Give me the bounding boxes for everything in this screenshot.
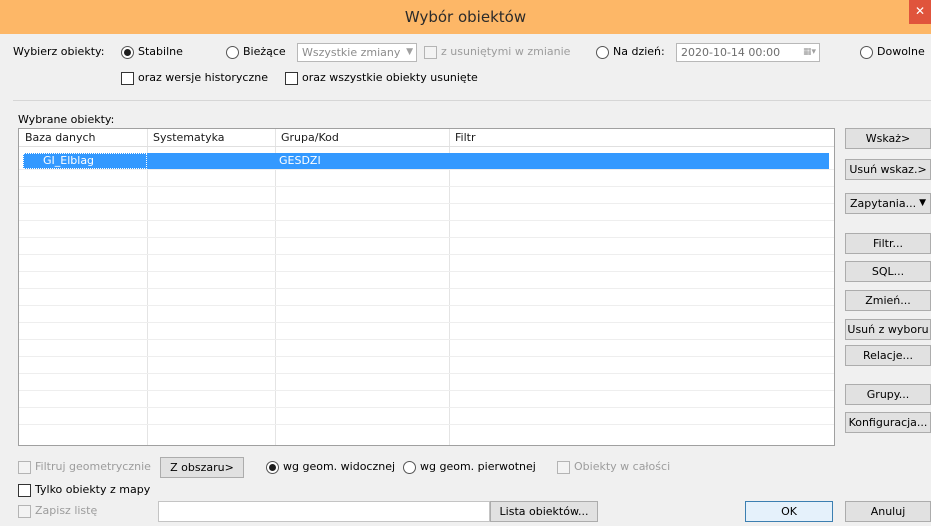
radio-visible-geom-label: wg geom. widocznej [283, 460, 396, 473]
save-list-label: Zapisz listę [35, 504, 98, 517]
cell-database: GI_Elblag [43, 154, 95, 167]
queries-button[interactable]: Zapytania... ▼ [845, 193, 931, 214]
radio-current-label: Bieżące [243, 45, 286, 58]
map-objects-only-checkbox[interactable] [18, 484, 31, 497]
whole-objects-label: Obiekty w całości [574, 460, 671, 473]
radio-any[interactable] [860, 46, 873, 59]
save-list-checkbox[interactable] [18, 505, 31, 518]
radio-stable[interactable] [121, 46, 134, 59]
column-header-systematics[interactable]: Systematyka [147, 129, 225, 147]
calendar-icon: ▦▾ [802, 47, 816, 57]
historical-versions-label: oraz wersje historyczne [138, 71, 268, 84]
configuration-button[interactable]: Konfiguracja... [845, 412, 931, 433]
save-list-path-input[interactable] [158, 501, 490, 522]
from-area-button[interactable]: Z obszaru> [160, 457, 244, 478]
relations-button[interactable]: Relacje... [845, 345, 931, 366]
cell-group-code: GESDZI [279, 154, 321, 167]
radio-on-date-label: Na dzień: [613, 45, 665, 58]
date-picker-value: 2020-10-14 00:00 [681, 46, 781, 59]
column-header-group-code[interactable]: Grupa/Kod [275, 129, 339, 147]
queries-button-label: Zapytania... [850, 197, 917, 210]
radio-original-geom[interactable] [403, 461, 416, 474]
radio-current[interactable] [226, 46, 239, 59]
groups-button[interactable]: Grupy... [845, 384, 931, 405]
change-button[interactable]: Zmień... [845, 290, 931, 311]
sql-button[interactable]: SQL... [845, 261, 931, 282]
dropdown-arrow-icon: ▼ [919, 198, 926, 208]
with-deleted-in-change-checkbox[interactable] [424, 46, 437, 59]
column-header-filter[interactable]: Filtr [449, 129, 475, 147]
column-header-database[interactable]: Baza danych [19, 129, 96, 147]
all-deleted-label: oraz wszystkie obiekty usunięte [302, 71, 478, 84]
ok-button[interactable]: OK [745, 501, 833, 522]
radio-visible-geom[interactable] [266, 461, 279, 474]
cancel-button[interactable]: Anuluj [845, 501, 931, 522]
grid-header: Baza danych Systematyka Grupa/Kod Filtr [19, 129, 834, 147]
changes-combo[interactable]: Wszystkie zmiany ▼ [297, 43, 417, 62]
with-deleted-in-change-label: z usuniętymi w zmianie [441, 45, 571, 58]
all-deleted-checkbox[interactable] [285, 72, 298, 85]
radio-on-date[interactable] [596, 46, 609, 59]
divider [13, 100, 931, 101]
changes-combo-value: Wszystkie zmiany [302, 46, 401, 59]
table-row[interactable]: GI_Elblag GESDZI [23, 153, 829, 169]
remove-shown-button[interactable]: Usuń wskaz.> [845, 159, 931, 180]
show-button[interactable]: Wskaż> [845, 128, 931, 149]
selected-objects-caption: Wybrane obiekty: [18, 113, 115, 126]
selected-objects-grid[interactable]: Baza danych Systematyka Grupa/Kod Filtr … [18, 128, 835, 446]
radio-any-label: Dowolne [877, 45, 925, 58]
radio-original-geom-label: wg geom. pierwotnej [420, 460, 536, 473]
filter-button[interactable]: Filtr... [845, 233, 931, 254]
map-objects-only-label: Tylko obiekty z mapy [35, 483, 151, 496]
date-picker[interactable]: 2020-10-14 00:00 ▦▾ [676, 43, 820, 62]
window-title: Wybór obiektów [404, 8, 527, 26]
select-objects-label: Wybierz obiekty: [13, 45, 105, 58]
remove-from-selection-button[interactable]: Usuń z wyboru [845, 319, 931, 340]
filter-geometric-label: Filtruj geometrycznie [35, 460, 151, 473]
object-list-button[interactable]: Lista obiektów... [490, 501, 598, 522]
radio-stable-label: Stabilne [138, 45, 183, 58]
whole-objects-checkbox[interactable] [557, 461, 570, 474]
filter-geometric-checkbox[interactable] [18, 461, 31, 474]
historical-versions-checkbox[interactable] [121, 72, 134, 85]
close-icon[interactable]: ✕ [909, 0, 931, 24]
chevron-down-icon: ▼ [406, 47, 413, 57]
